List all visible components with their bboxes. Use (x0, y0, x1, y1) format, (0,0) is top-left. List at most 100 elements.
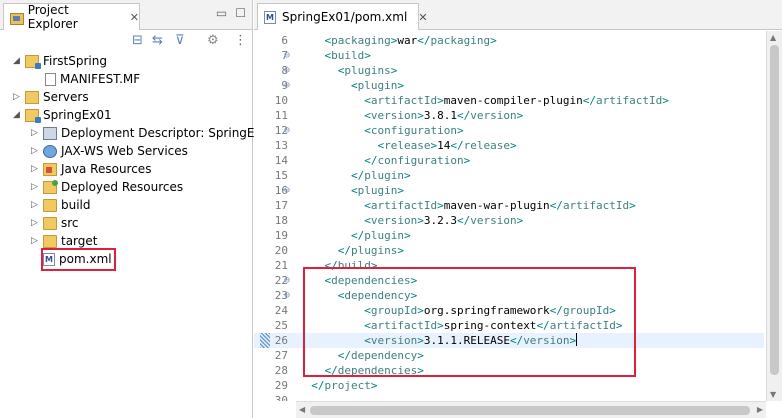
file-icon (45, 72, 56, 86)
line-number: 14 (274, 154, 288, 167)
code-line[interactable]: 17 <artifactId>maven-war-plugin</artifac… (254, 198, 764, 213)
line-number: 18 (274, 214, 288, 227)
fold-toggle-icon[interactable]: ⊖ (284, 78, 290, 93)
code-line[interactable]: 20 </plugins> (254, 243, 764, 258)
tree-item-jaxws[interactable]: ▷ JAX-WS Web Services (30, 142, 188, 160)
tree-item-deployed-resources[interactable]: ▷ Deployed Resources (30, 178, 183, 196)
code-line[interactable]: 11 <version>3.8.1</version> (254, 108, 764, 123)
tree-item-java-resources[interactable]: ▷ Java Resources (30, 160, 151, 178)
close-icon[interactable]: ✕ (418, 11, 427, 24)
scroll-left-icon[interactable]: ◀ (299, 405, 305, 414)
maximize-icon[interactable]: ☐ (235, 6, 246, 20)
scroll-right-icon[interactable]: ▶ (757, 405, 763, 414)
tree-item-label: Servers (43, 90, 89, 104)
code-line[interactable]: 6 <packaging>war</packaging> (254, 33, 764, 48)
expand-twisty-icon[interactable]: ▷ (30, 128, 39, 138)
line-number: 29 (274, 379, 288, 392)
tree-item-label: Java Resources (61, 162, 152, 176)
tree-item-label: MANIFEST.MF (60, 72, 141, 86)
tab-pom-xml[interactable]: M SpringEx01/pom.xml ✕ (257, 3, 428, 30)
tree-item-label: SpringEx01 (43, 108, 112, 122)
code-line[interactable]: 10 <artifactId>maven-compiler-plugin</ar… (254, 93, 764, 108)
fold-toggle-icon[interactable]: ⊖ (284, 273, 290, 288)
filter-icon[interactable]: ⊽ (175, 33, 185, 48)
editor-view: M SpringEx01/pom.xml ✕ 6 <packaging>war<… (254, 0, 782, 418)
tab-project-explorer[interactable]: Project Explorer ✕ (3, 3, 140, 31)
fold-toggle-icon[interactable]: ⊖ (284, 48, 290, 63)
code-text: <version>3.2.3</version> (364, 214, 524, 227)
folder-icon (43, 198, 57, 212)
line-number: 13 (274, 139, 288, 152)
tree-item-label: target (61, 234, 98, 248)
link-with-editor-icon[interactable]: ⇆ (152, 33, 163, 48)
code-text: </plugin> (350, 229, 411, 242)
line-number: 24 (274, 304, 288, 317)
tree-item-firstspring[interactable]: ◢ FirstSpring (12, 52, 107, 70)
fold-toggle-icon[interactable]: ⊖ (284, 123, 290, 138)
line-number: 27 (274, 349, 288, 362)
line-number: 30 (274, 394, 288, 401)
tab-label: SpringEx01/pom.xml (282, 10, 408, 24)
vertical-scrollbar[interactable]: ▲ ▼ (766, 31, 782, 401)
tree-item-label: FirstSpring (43, 54, 107, 68)
project-explorer-icon (10, 11, 24, 25)
fold-toggle-icon[interactable]: ⊖ (284, 288, 290, 303)
expand-twisty-icon[interactable]: ▷ (30, 218, 39, 228)
expand-twisty-icon[interactable]: ▷ (30, 146, 39, 156)
folder-icon (43, 216, 57, 230)
folder-icon (25, 90, 39, 104)
tree-item-src[interactable]: ▷ src (30, 214, 79, 232)
code-line[interactable]: 15 </plugin> (254, 168, 764, 183)
expand-twisty-icon[interactable]: ▷ (12, 92, 21, 102)
code-text: <version>3.8.1</version> (364, 109, 524, 122)
code-line[interactable]: 7 ⊖ <build> (254, 48, 764, 63)
tree-item-springex01[interactable]: ◢ SpringEx01 (12, 106, 112, 124)
code-line[interactable]: 29 </project> (254, 378, 764, 393)
view-buttons: ▭ ☐ (216, 6, 246, 20)
editor-tab-bar: M SpringEx01/pom.xml ✕ (254, 0, 782, 30)
close-icon[interactable]: ✕ (130, 11, 139, 24)
code-line[interactable]: 14 </configuration> (254, 153, 764, 168)
tree-item-build[interactable]: ▷ build (30, 196, 91, 214)
code-line[interactable]: 9 ⊖ <plugin> (254, 78, 764, 93)
expand-twisty-icon[interactable]: ▷ (30, 164, 39, 174)
code-text: <artifactId>maven-war-plugin</artifactId… (364, 199, 636, 212)
line-number: 21 (274, 259, 288, 272)
code-line[interactable]: 19 </plugin> (254, 228, 764, 243)
code-line[interactable]: 13 <release>14</release> (254, 138, 764, 153)
expand-twisty-icon[interactable]: ▷ (30, 182, 39, 192)
minimize-icon[interactable]: ▭ (216, 6, 227, 20)
code-line[interactable]: 8 ⊖ <plugins> (254, 63, 764, 78)
code-text: </plugins> (337, 244, 404, 257)
scroll-up-icon[interactable]: ▲ (770, 33, 776, 42)
tree-item-label: build (61, 198, 91, 212)
scroll-thumb[interactable] (310, 406, 750, 415)
code-text: </configuration> (364, 154, 471, 167)
expand-twisty-icon[interactable]: ◢ (12, 56, 21, 66)
code-line[interactable]: 18 <version>3.2.3</version> (254, 213, 764, 228)
code-line[interactable]: 30 (254, 393, 764, 401)
fold-toggle-icon[interactable]: ⊖ (284, 63, 290, 78)
highlight-box (303, 267, 636, 377)
view-menu-icon[interactable]: ⋮ (234, 33, 247, 48)
expand-twisty-icon[interactable]: ▷ (30, 200, 39, 210)
tree-item-manifest[interactable]: MANIFEST.MF (32, 70, 140, 88)
collapse-all-icon[interactable]: ⊟ (132, 33, 143, 48)
expand-twisty-icon[interactable]: ▷ (30, 236, 39, 246)
project-icon (25, 54, 41, 69)
code-text: <configuration> (364, 124, 464, 137)
code-line[interactable]: 12 ⊖ <configuration> (254, 123, 764, 138)
horizontal-scrollbar[interactable]: ◀ ▶ (296, 401, 766, 418)
scroll-thumb[interactable] (770, 45, 779, 375)
expand-twisty-icon[interactable]: ◢ (12, 110, 21, 120)
fold-toggle-icon[interactable]: ⊖ (284, 183, 290, 198)
code-line[interactable]: 16 ⊖ <plugin> (254, 183, 764, 198)
tree-item-deployment-descriptor[interactable]: ▷ Deployment Descriptor: SpringEx01 (30, 124, 277, 142)
code-text: <build> (324, 49, 371, 62)
scroll-down-icon[interactable]: ▼ (770, 390, 776, 399)
tree-item-servers[interactable]: ▷ Servers (12, 88, 89, 106)
focus-icon[interactable]: ⚙ (207, 33, 219, 48)
tree-item-label: Deployed Resources (61, 180, 184, 194)
code-text: <plugin> (350, 79, 404, 92)
line-number: 25 (274, 319, 288, 332)
